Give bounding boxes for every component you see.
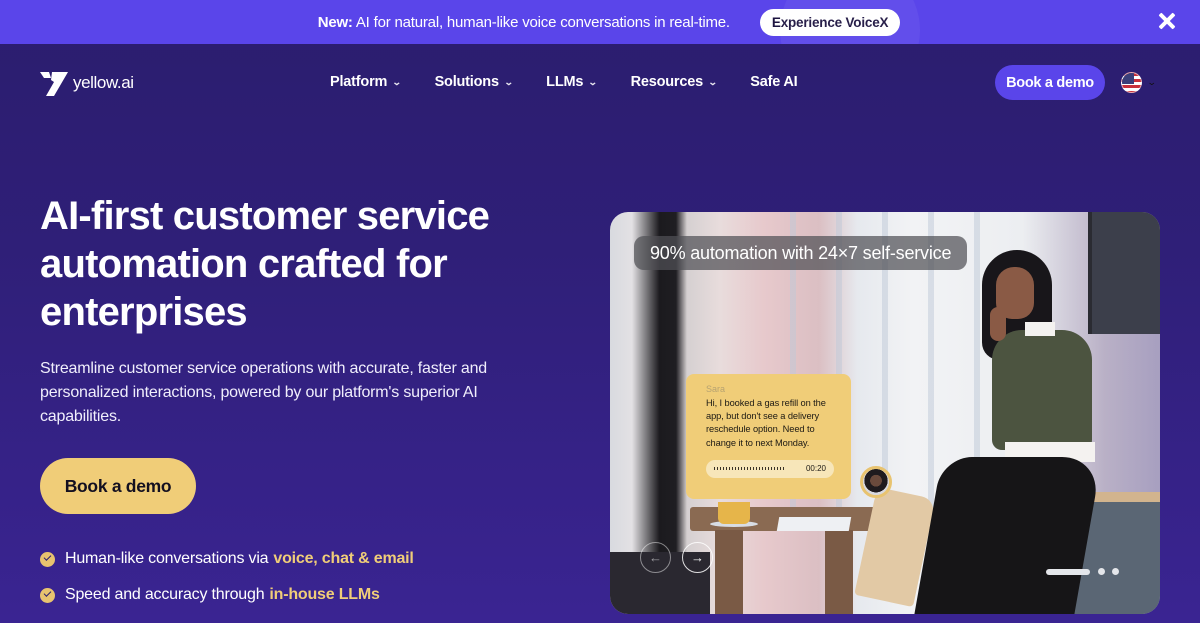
nav-item-platform[interactable]: Platform ⌄ bbox=[330, 74, 402, 90]
audio-waveform-icon bbox=[714, 467, 784, 471]
avatar bbox=[860, 466, 892, 498]
hero-title: AI-first customer service automation cra… bbox=[40, 194, 490, 334]
main-nav: yellow.ai Platform ⌄ Solutions ⌄ LLMs ⌄ … bbox=[0, 44, 1200, 122]
carousel-indicators bbox=[1046, 568, 1126, 575]
nav-item-safe-ai[interactable]: Safe AI bbox=[750, 74, 797, 90]
nav-item-label: Safe AI bbox=[750, 74, 798, 90]
person-hand-phone bbox=[990, 307, 1006, 341]
chevron-down-icon: ⌄ bbox=[1146, 77, 1157, 87]
nav-menu: Platform ⌄ Solutions ⌄ LLMs ⌄ Resources … bbox=[330, 74, 832, 90]
feature-highlight: voice, chat & email bbox=[273, 550, 414, 567]
logo[interactable]: yellow.ai bbox=[40, 70, 134, 96]
feature-list: Human-like conversations via voice, chat… bbox=[40, 546, 414, 618]
feature-item: Human-like conversations via voice, chat… bbox=[40, 546, 414, 572]
feature-item: Speed and accuracy through in-house LLMs bbox=[40, 582, 414, 608]
chevron-down-icon: ⌄ bbox=[707, 76, 718, 87]
announcement-prefix: New: bbox=[317, 13, 353, 31]
nav-item-llms[interactable]: LLMs ⌄ bbox=[546, 74, 598, 90]
chat-message-card: Sara Hi, I booked a gas refill on the ap… bbox=[686, 374, 851, 499]
person-sweater bbox=[992, 330, 1092, 450]
arrow-right-icon: → bbox=[691, 550, 704, 565]
announcement-bar: New: AI for natural, human-like voice co… bbox=[0, 0, 1200, 44]
background-notebook bbox=[776, 517, 852, 531]
background-tv bbox=[1088, 212, 1160, 334]
audio-duration: 00:20 bbox=[805, 464, 826, 474]
feature-text: Human-like conversations via bbox=[65, 550, 269, 567]
us-flag-icon bbox=[1121, 72, 1142, 93]
background-table-leg bbox=[825, 530, 853, 614]
chat-sender-name: Sara bbox=[706, 384, 726, 394]
nav-book-demo-button[interactable]: Book a demo bbox=[995, 65, 1105, 100]
nav-item-label: LLMs bbox=[546, 74, 584, 90]
carousel-next-button[interactable]: → bbox=[682, 542, 713, 573]
nav-item-label: Solutions bbox=[434, 74, 499, 90]
logo-text: yellow.ai bbox=[73, 73, 134, 92]
feature-text: Speed and accuracy through bbox=[65, 586, 265, 603]
announcement-message: AI for natural, human-like voice convers… bbox=[355, 13, 730, 31]
person-collar bbox=[1025, 322, 1055, 336]
chevron-down-icon: ⌄ bbox=[588, 76, 598, 87]
yellow-ai-logo-icon bbox=[40, 72, 68, 96]
carousel-prev-button[interactable]: ← bbox=[640, 542, 671, 573]
hero-subtitle: Streamline customer service operations w… bbox=[40, 360, 487, 425]
nav-item-solutions[interactable]: Solutions ⌄ bbox=[434, 74, 514, 90]
audio-player[interactable]: 00:20 bbox=[706, 459, 834, 478]
carousel-dot[interactable] bbox=[1098, 568, 1105, 575]
carousel-dot-active[interactable] bbox=[1046, 568, 1090, 575]
background-cup bbox=[718, 502, 750, 524]
nav-item-resources[interactable]: Resources ⌄ bbox=[630, 74, 718, 90]
announcement-text: New: AI for natural, human-like voice co… bbox=[318, 14, 730, 31]
feature-highlight: in-house LLMs bbox=[269, 586, 380, 603]
automation-badge: 90% automation with 24×7 self-service bbox=[634, 236, 968, 270]
background-table-leg bbox=[715, 530, 743, 614]
hero-book-demo-button[interactable]: Book a demo bbox=[40, 458, 196, 514]
chevron-down-icon: ⌄ bbox=[503, 76, 514, 87]
carousel-dot[interactable] bbox=[1112, 568, 1119, 575]
check-circle-icon bbox=[40, 551, 55, 567]
nav-item-label: Platform bbox=[330, 74, 388, 90]
experience-voicex-button[interactable]: Experience VoiceX bbox=[759, 8, 901, 36]
hero-media-carousel: 90% automation with 24×7 self-service Sa… bbox=[610, 212, 1160, 614]
chat-message-text: Hi, I booked a gas refill on the app, bu… bbox=[706, 398, 826, 448]
chevron-down-icon: ⌄ bbox=[392, 76, 402, 87]
check-circle-icon bbox=[40, 587, 55, 603]
close-icon[interactable] bbox=[1156, 10, 1178, 32]
language-selector[interactable]: ⌄ bbox=[1121, 72, 1157, 93]
nav-item-label: Resources bbox=[630, 74, 704, 90]
arrow-left-icon: ← bbox=[649, 550, 662, 565]
person-legs bbox=[913, 457, 1103, 614]
